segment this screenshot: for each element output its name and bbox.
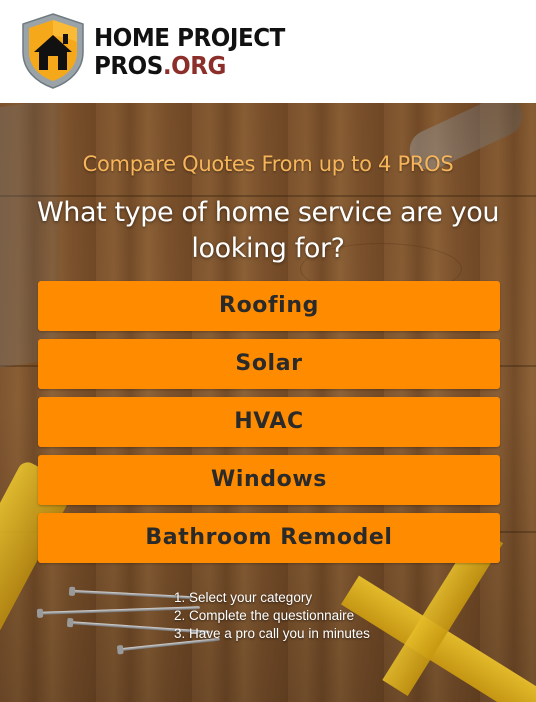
hvac-button[interactable]: HVAC (38, 397, 500, 447)
logo-line-home-project: HOME PROJECT (94, 22, 285, 52)
site-logo[interactable]: HOME PROJECT PROS.ORG (20, 12, 301, 90)
steps-list: 1. Select your category 2. Complete the … (174, 589, 370, 643)
service-question-heading: What type of home service are you lookin… (36, 197, 500, 264)
bathroom-remodel-button[interactable]: Bathroom Remodel (38, 513, 500, 563)
logo-pros-text: PROS (94, 50, 163, 80)
windows-button[interactable]: Windows (38, 455, 500, 505)
logo-line-pros-org: PROS.ORG (94, 53, 285, 78)
logo-wordmark: HOME PROJECT PROS.ORG (94, 25, 301, 78)
house-shield-icon (22, 13, 84, 89)
compare-quotes-tagline: Compare Quotes From up to 4 PROS (82, 152, 454, 176)
site-header: HOME PROJECT PROS.ORG (0, 0, 536, 103)
page: HOME PROJECT PROS.ORG Compare Quotes Fro… (0, 0, 536, 702)
solar-button[interactable]: Solar (38, 339, 500, 389)
step-item: 3. Have a pro call you in minutes (174, 626, 370, 641)
service-options-list: Roofing Solar HVAC Windows Bathroom Remo… (38, 281, 500, 571)
logo-org-text: .ORG (162, 50, 227, 80)
step-item: 1. Select your category (174, 590, 313, 605)
step-item: 2. Complete the questionnaire (174, 608, 355, 623)
roofing-button[interactable]: Roofing (38, 281, 500, 331)
